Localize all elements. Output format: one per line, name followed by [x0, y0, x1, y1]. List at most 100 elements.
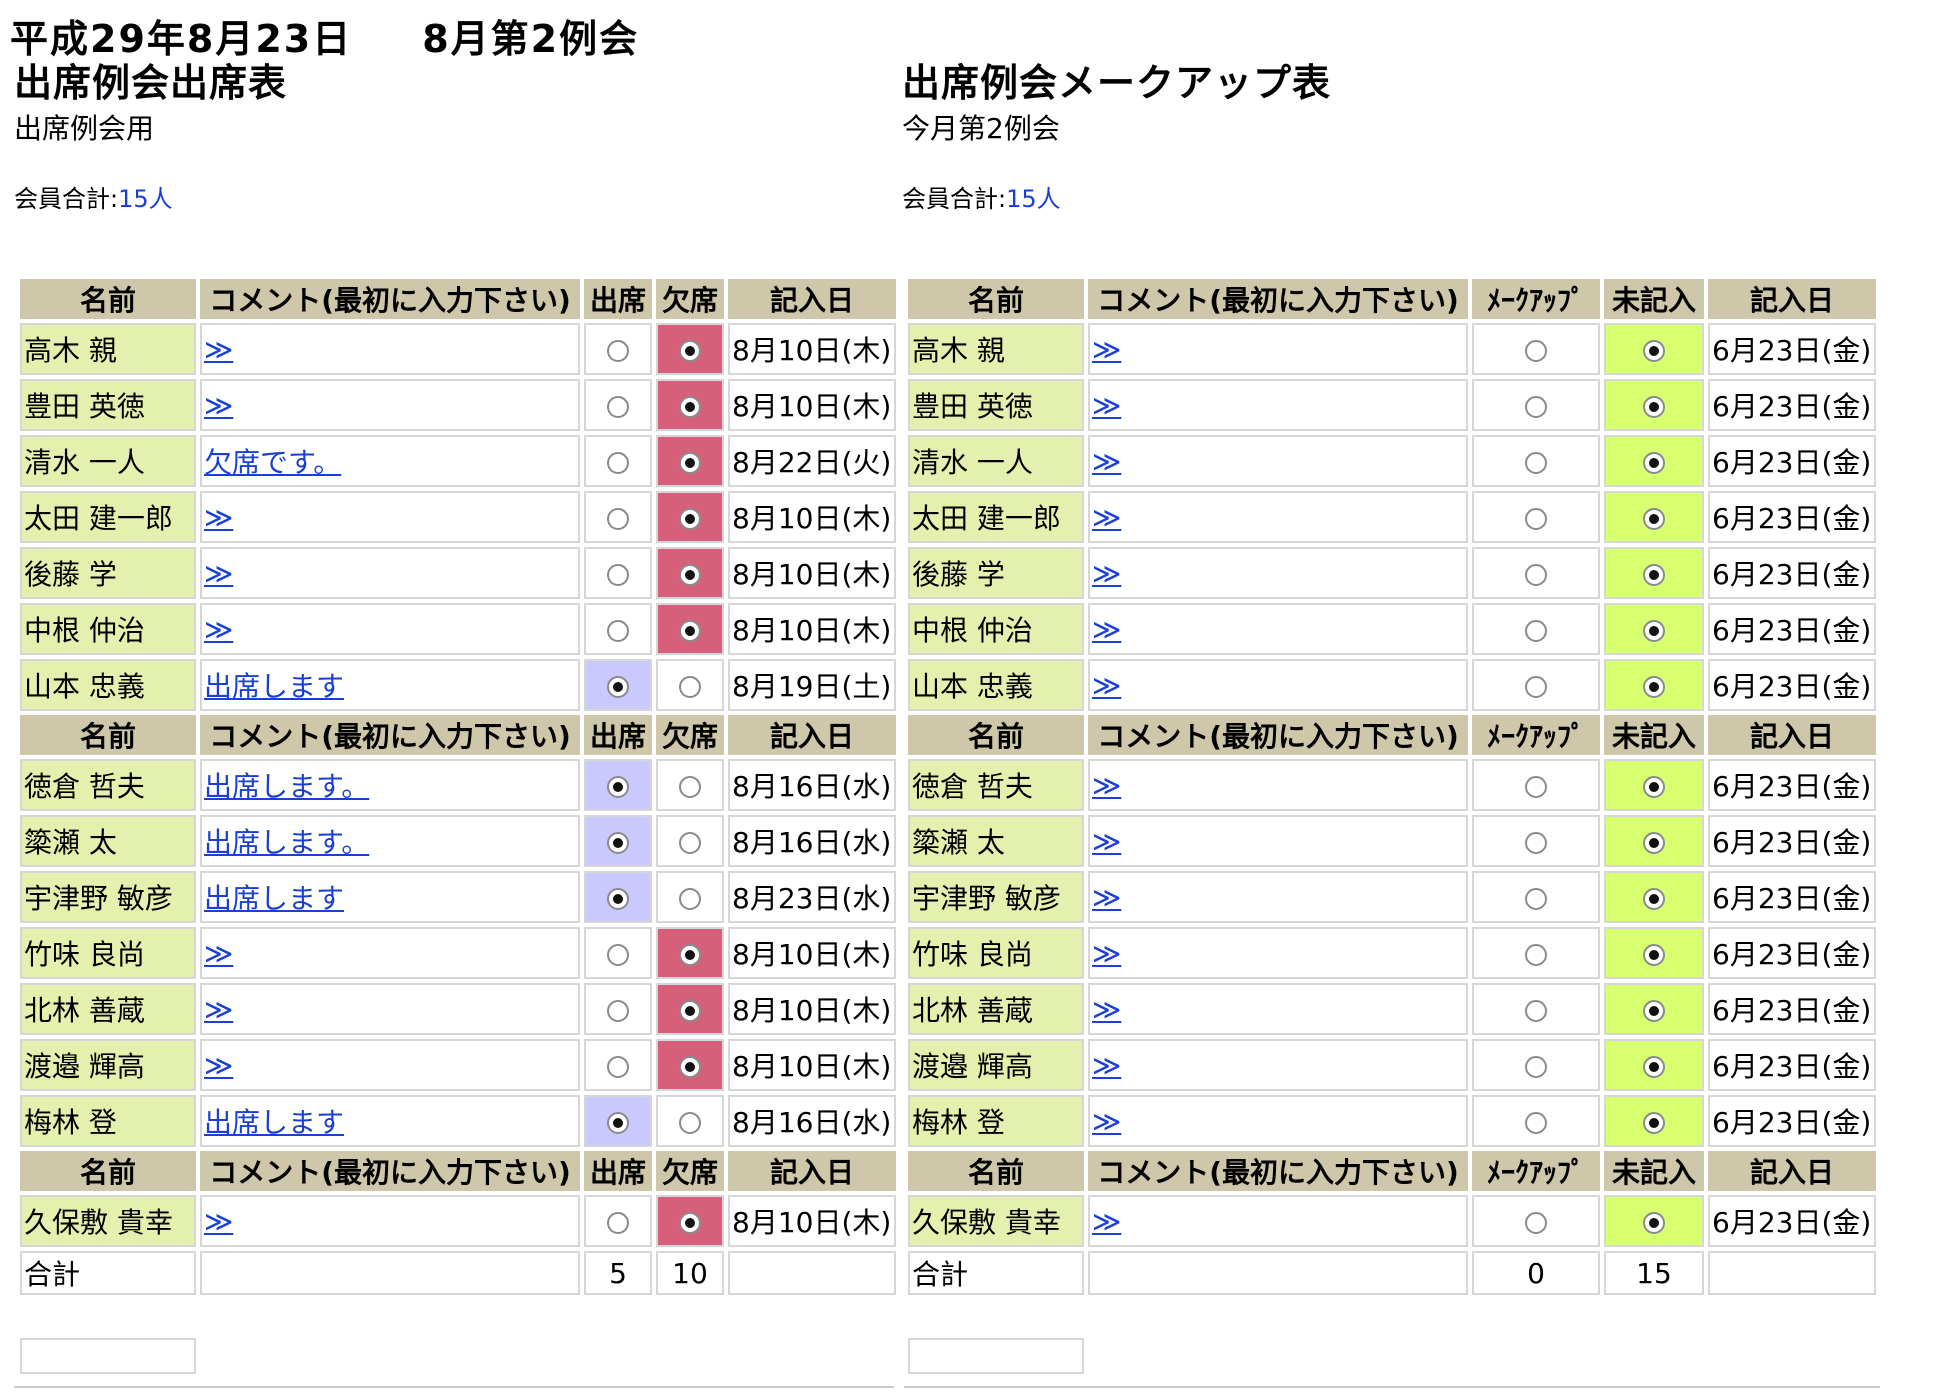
- makeup-radio[interactable]: [1525, 999, 1547, 1022]
- comment-link[interactable]: ≫: [1092, 1049, 1121, 1082]
- comment-link[interactable]: 欠席です。: [204, 446, 341, 479]
- absent-radio[interactable]: [679, 451, 701, 474]
- column-header: コメント(最初に入力下さい): [200, 715, 580, 755]
- comment-link[interactable]: ≫: [1092, 333, 1121, 366]
- present-radio[interactable]: [607, 339, 629, 362]
- present-radio[interactable]: [607, 1111, 629, 1134]
- absent-radio[interactable]: [679, 943, 701, 966]
- comment-link[interactable]: ≫: [1092, 1205, 1121, 1238]
- absent-radio[interactable]: [679, 395, 701, 418]
- unrecorded-radio[interactable]: [1643, 507, 1665, 530]
- comment-link[interactable]: ≫: [1092, 825, 1121, 858]
- present-radio[interactable]: [607, 1055, 629, 1078]
- makeup-radio[interactable]: [1525, 507, 1547, 530]
- comment-link[interactable]: ≫: [1092, 881, 1121, 914]
- present-radio[interactable]: [607, 675, 629, 698]
- comment-link[interactable]: 出席します: [204, 1106, 344, 1139]
- comment-link[interactable]: ≫: [204, 333, 233, 366]
- absent-radio[interactable]: [679, 775, 701, 798]
- unrecorded-radio[interactable]: [1643, 619, 1665, 642]
- comment-link[interactable]: ≫: [204, 993, 233, 1026]
- unrecorded-radio[interactable]: [1643, 395, 1665, 418]
- makeup-radio[interactable]: [1525, 1211, 1547, 1234]
- absent-radio[interactable]: [679, 1055, 701, 1078]
- present-radio[interactable]: [607, 451, 629, 474]
- comment-link[interactable]: ≫: [1092, 769, 1121, 802]
- unrecorded-radio[interactable]: [1643, 943, 1665, 966]
- comment-link[interactable]: ≫: [204, 501, 233, 534]
- present-radio[interactable]: [607, 507, 629, 530]
- unrecorded-radio[interactable]: [1643, 775, 1665, 798]
- comment-link[interactable]: ≫: [1092, 1105, 1121, 1138]
- comment-link[interactable]: 出席します: [204, 882, 344, 915]
- unrecorded-radio[interactable]: [1643, 451, 1665, 474]
- unrecorded-radio[interactable]: [1643, 339, 1665, 362]
- unrecorded-radio[interactable]: [1643, 563, 1665, 586]
- comment-link[interactable]: ≫: [204, 613, 233, 646]
- makeup-radio-cell: [1472, 815, 1600, 867]
- makeup-radio[interactable]: [1525, 675, 1547, 698]
- unrecorded-radio[interactable]: [1643, 1211, 1665, 1234]
- present-radio[interactable]: [607, 1211, 629, 1234]
- makeup-radio[interactable]: [1525, 563, 1547, 586]
- comment-link[interactable]: ≫: [204, 389, 233, 422]
- comment-link[interactable]: ≫: [204, 1049, 233, 1082]
- comment-link[interactable]: 出席します: [204, 670, 344, 703]
- comment-link[interactable]: ≫: [1092, 389, 1121, 422]
- makeup-radio[interactable]: [1525, 395, 1547, 418]
- comment-link[interactable]: 出席します。: [204, 770, 369, 803]
- absent-radio[interactable]: [679, 563, 701, 586]
- absent-radio[interactable]: [679, 887, 701, 910]
- column-header: 出席: [584, 1151, 652, 1191]
- unrecorded-radio[interactable]: [1643, 675, 1665, 698]
- makeup-radio[interactable]: [1525, 887, 1547, 910]
- makeup-radio[interactable]: [1525, 1055, 1547, 1078]
- column-header: 未記入: [1604, 715, 1704, 755]
- present-radio[interactable]: [607, 563, 629, 586]
- makeup-radio[interactable]: [1525, 451, 1547, 474]
- absent-radio[interactable]: [679, 675, 701, 698]
- unrecorded-radio[interactable]: [1643, 999, 1665, 1022]
- makeup-radio[interactable]: [1525, 943, 1547, 966]
- comment-link[interactable]: ≫: [1092, 937, 1121, 970]
- absent-radio[interactable]: [679, 507, 701, 530]
- comment-link[interactable]: ≫: [204, 1205, 233, 1238]
- comment-link[interactable]: ≫: [204, 557, 233, 590]
- unrecorded-radio[interactable]: [1643, 1111, 1665, 1134]
- present-radio[interactable]: [607, 395, 629, 418]
- unrecorded-radio[interactable]: [1643, 887, 1665, 910]
- absent-radio[interactable]: [679, 339, 701, 362]
- comment-link[interactable]: ≫: [1092, 613, 1121, 646]
- present-radio[interactable]: [607, 887, 629, 910]
- unrecorded-radio[interactable]: [1643, 1055, 1665, 1078]
- absent-radio[interactable]: [679, 1111, 701, 1134]
- unrecorded-radio[interactable]: [1643, 831, 1665, 854]
- makeup-radio[interactable]: [1525, 831, 1547, 854]
- makeup-radio[interactable]: [1525, 1111, 1547, 1134]
- member-name: 宇津野 敏彦: [20, 871, 196, 923]
- comment-link[interactable]: ≫: [1092, 669, 1121, 702]
- makeup-radio[interactable]: [1525, 339, 1547, 362]
- table-row: 徳倉 哲夫 ≫ 6月23日(金): [908, 759, 1876, 811]
- member-name: 豊田 英徳: [20, 379, 196, 431]
- comment-link[interactable]: ≫: [1092, 993, 1121, 1026]
- absent-radio[interactable]: [679, 619, 701, 642]
- absent-radio[interactable]: [679, 999, 701, 1022]
- comment-link[interactable]: ≫: [1092, 501, 1121, 534]
- present-radio[interactable]: [607, 619, 629, 642]
- comment-cell: 出席します: [200, 659, 580, 711]
- present-radio[interactable]: [607, 999, 629, 1022]
- absent-radio[interactable]: [679, 1211, 701, 1234]
- present-radio[interactable]: [607, 831, 629, 854]
- comment-link[interactable]: ≫: [204, 937, 233, 970]
- comment-link[interactable]: ≫: [1092, 445, 1121, 478]
- comment-cell: ≫: [1088, 759, 1468, 811]
- present-radio[interactable]: [607, 943, 629, 966]
- makeup-radio[interactable]: [1525, 619, 1547, 642]
- comment-link[interactable]: ≫: [1092, 557, 1121, 590]
- makeup-radio[interactable]: [1525, 775, 1547, 798]
- absent-radio[interactable]: [679, 831, 701, 854]
- comment-cell: ≫: [200, 1039, 580, 1091]
- present-radio[interactable]: [607, 775, 629, 798]
- comment-link[interactable]: 出席します。: [204, 826, 369, 859]
